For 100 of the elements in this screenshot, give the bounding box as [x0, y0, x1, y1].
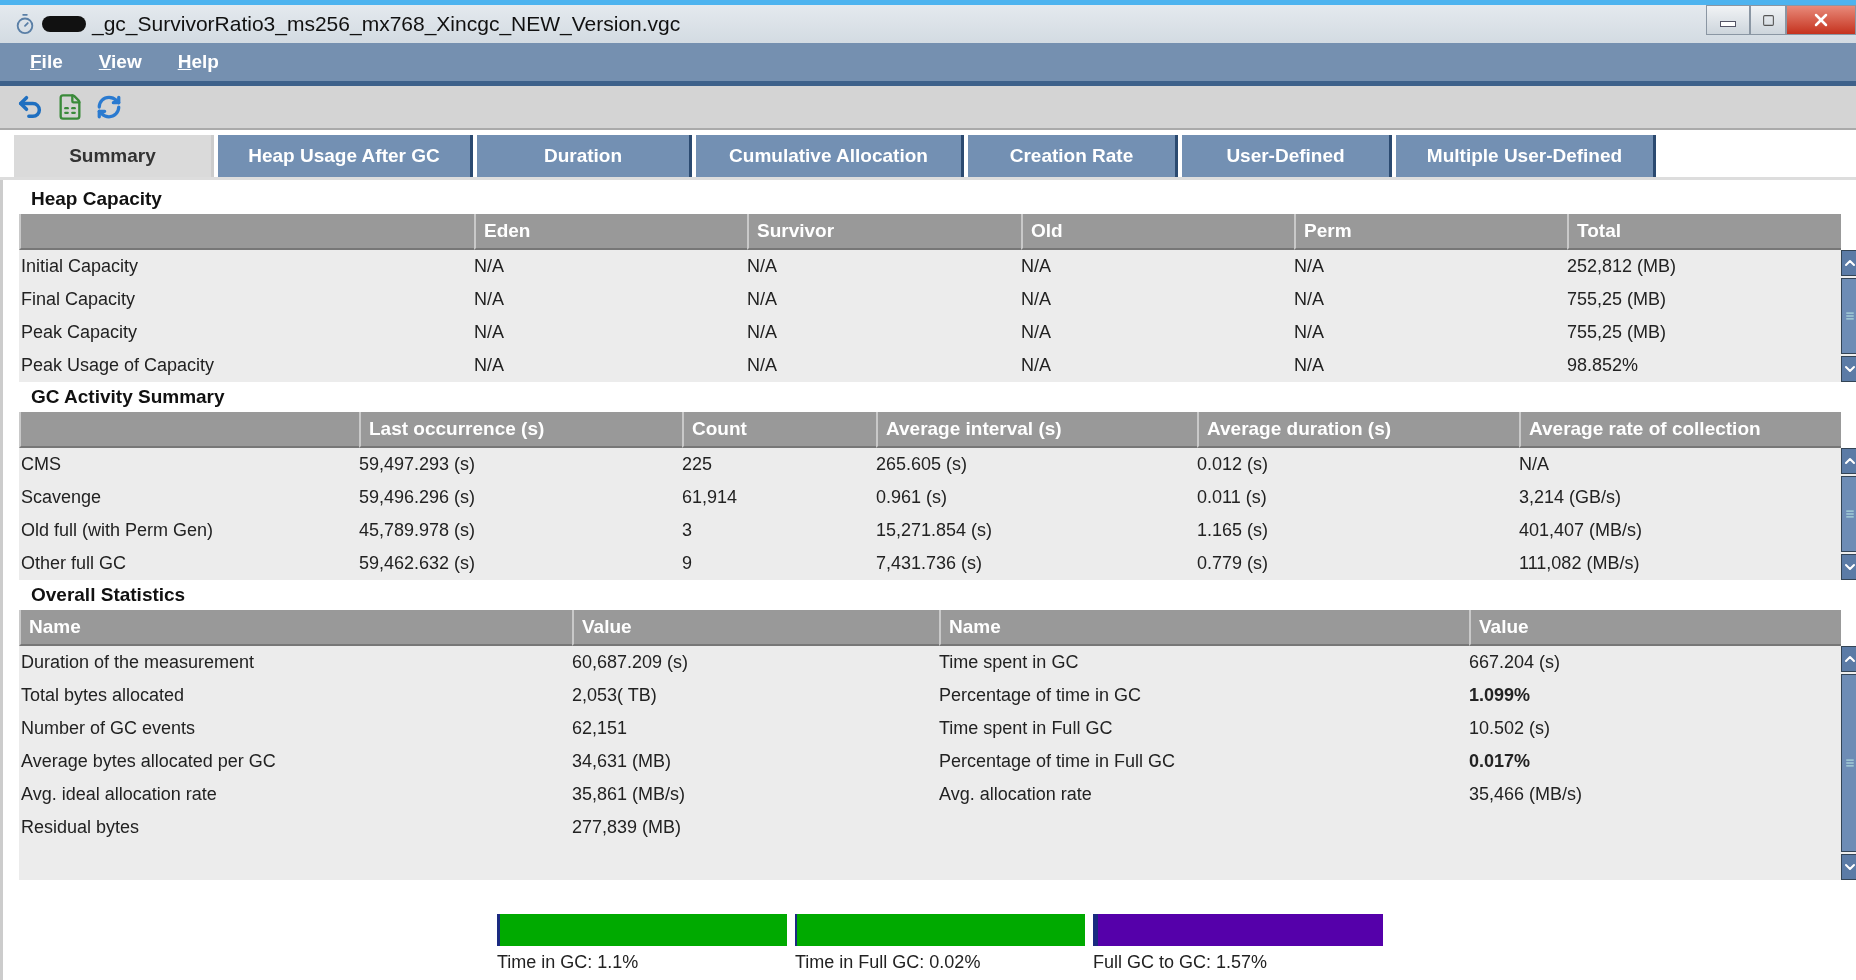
column-header[interactable]: Eden — [474, 214, 747, 250]
table-cell-text: N/A — [1021, 255, 1052, 278]
table-cell-text: Time spent in Full GC — [939, 717, 1114, 740]
table-cell-text: 401,407 (MB/s) — [1519, 519, 1644, 542]
table-cell-text: N/A — [474, 321, 505, 344]
column-header[interactable]: Average duration (s) — [1197, 412, 1519, 448]
scroll-thumb[interactable] — [1841, 476, 1856, 552]
column-header[interactable]: Average interval (s) — [876, 412, 1197, 448]
table-cell-text: N/A — [1519, 453, 1550, 476]
table-cell-text: 0.011 (s) — [1197, 486, 1268, 509]
table-cell-text: 277,839 (MB) — [572, 816, 683, 839]
minimize-icon — [1720, 21, 1736, 27]
table-cell-text: Scavenge — [20, 486, 103, 509]
meter-label: Time in GC: 1.1% — [497, 952, 640, 973]
tab[interactable]: User-Defined — [1182, 135, 1392, 177]
table-cell-text: 755,25 (MB) — [1567, 321, 1668, 344]
table-cell-text: 59,462.632 (s) — [359, 552, 477, 575]
table-cell-text: 755,25 (MB) — [1567, 288, 1668, 311]
table-cell-text: Duration of the measurement — [20, 651, 256, 674]
table-cell-text: Percentage of time in Full GC — [939, 750, 1177, 773]
maximize-button[interactable] — [1750, 5, 1786, 35]
meter-label: Full GC to GC: 1.57% — [1093, 952, 1269, 973]
column-header[interactable]: Average rate of collection — [1519, 412, 1841, 448]
minimize-button[interactable] — [1706, 5, 1750, 35]
scroll-thumb[interactable] — [1841, 278, 1856, 354]
grip-icon — [1845, 311, 1855, 321]
table-cell-text: Number of GC events — [20, 717, 197, 740]
table-cell-text: Other full GC — [20, 552, 128, 575]
scrollbar[interactable] — [1841, 250, 1856, 382]
table-cell-text: N/A — [1294, 321, 1325, 344]
tab[interactable]: Duration — [477, 135, 692, 177]
column-header[interactable]: Last occurrence (s) — [359, 412, 682, 448]
table-cell-text: Avg. allocation rate — [939, 783, 1093, 806]
scroll-up-button[interactable] — [1841, 250, 1856, 276]
scrollbar[interactable] — [1841, 448, 1856, 580]
tab[interactable]: Creation Rate — [968, 135, 1178, 177]
scroll-down-button[interactable] — [1841, 356, 1856, 382]
table-cell-text: 0.017% — [1469, 750, 1532, 773]
scroll-up-button[interactable] — [1841, 646, 1856, 672]
scroll-thumb[interactable] — [1841, 674, 1856, 852]
table-cell-text: 0.012 (s) — [1197, 453, 1270, 476]
table-cell-text: 667.204 (s) — [1469, 651, 1562, 674]
table-cell-text: Peak Usage of Capacity — [20, 354, 216, 377]
undo-icon[interactable] — [16, 93, 44, 121]
column-header[interactable]: Value — [1469, 610, 1841, 646]
table-cell-text: 61,914 — [682, 486, 739, 509]
table-cell-text: 1.099% — [1469, 684, 1532, 707]
table-cell-text: 252,812 (MB) — [1567, 255, 1678, 278]
table-cell-text: 7,431.736 (s) — [876, 552, 984, 575]
tab[interactable]: Cumulative Allocation — [696, 135, 964, 177]
scroll-down-button[interactable] — [1841, 554, 1856, 580]
table-cell-text: 59,496.296 (s) — [359, 486, 477, 509]
table-cell-text: Old full (with Perm Gen) — [20, 519, 215, 542]
menu-item[interactable]: File — [30, 51, 63, 73]
scrollbar[interactable] — [1841, 646, 1856, 880]
table-cell-text: 225 — [682, 453, 714, 476]
close-button[interactable] — [1786, 5, 1856, 35]
scroll-up-button[interactable] — [1841, 448, 1856, 474]
tab[interactable]: Summary — [14, 135, 214, 177]
column-header[interactable]: Total — [1567, 214, 1841, 250]
column-header[interactable]: Survivor — [747, 214, 1021, 250]
column-header[interactable]: Name — [19, 610, 572, 646]
table-cell-text: 9 — [682, 552, 693, 575]
table-cell-text: N/A — [474, 288, 505, 311]
table-cell-text: 10.502 (s) — [1469, 717, 1552, 740]
table-cell-text: Initial Capacity — [20, 255, 140, 278]
table-cell-text: 3,214 (GB/s) — [1519, 486, 1623, 509]
table-cell-text: 35,861 (MB/s) — [572, 783, 687, 806]
table-cell-text: 1.165 (s) — [1197, 519, 1270, 542]
refresh-icon[interactable] — [96, 94, 122, 120]
table-cell-text: N/A — [1294, 354, 1325, 377]
maximize-icon — [1761, 13, 1775, 27]
table-cell-text: Time spent in GC — [939, 651, 1080, 674]
tab[interactable]: Multiple User-Defined — [1396, 135, 1656, 177]
column-header[interactable]: Name — [939, 610, 1469, 646]
column-header[interactable]: Count — [682, 412, 876, 448]
table-cell-text: N/A — [747, 288, 778, 311]
table-cell-text: N/A — [1294, 255, 1325, 278]
scroll-down-button[interactable] — [1841, 854, 1856, 880]
table-cell-text: 111,082 (MB/s) — [1519, 552, 1641, 575]
table-cell-text: 98.852% — [1567, 354, 1640, 377]
table-cell-text: 60,687.209 (s) — [572, 651, 690, 674]
tab[interactable]: Heap Usage After GC — [218, 135, 473, 177]
menu-item[interactable]: View — [98, 51, 142, 73]
table-cell-text: 45,789.978 (s) — [359, 519, 477, 542]
section-title: Overall Statistics — [30, 583, 187, 607]
table-cell-text: CMS — [20, 453, 62, 476]
menu-item[interactable]: Help — [177, 51, 219, 73]
table-cell-text: 34,631 (MB) — [572, 750, 673, 773]
stopwatch-icon — [14, 13, 36, 35]
column-header[interactable]: Perm — [1294, 214, 1567, 250]
table-cell-text: 3 — [682, 519, 693, 542]
table-cell-text: N/A — [1021, 354, 1052, 377]
table-cell-text: 2,053( TB) — [572, 684, 658, 707]
table-cell-text: 62,151 — [572, 717, 629, 740]
table-cell-text: Percentage of time in GC — [939, 684, 1143, 707]
column-header[interactable]: Old — [1021, 214, 1294, 250]
table-cell-text: N/A — [747, 354, 778, 377]
table-cell-text: 15,271.854 (s) — [876, 519, 994, 542]
column-header[interactable]: Value — [572, 610, 939, 646]
